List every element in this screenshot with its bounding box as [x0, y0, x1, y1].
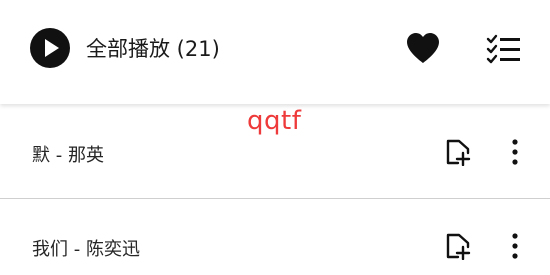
select-button[interactable]	[485, 32, 523, 66]
more-vertical-icon	[512, 139, 518, 165]
add-to-playlist-button[interactable]	[444, 232, 472, 260]
play-icon	[30, 28, 70, 68]
song-list-screen: 全部播放 (21) qqtf 默 - 那英 我们 - 陈奕迅	[0, 0, 550, 275]
play-all-label: 全部播放 (21)	[86, 37, 220, 61]
add-to-playlist-icon	[446, 233, 471, 260]
add-to-playlist-icon	[446, 139, 471, 166]
watermark-text: qqtf	[247, 106, 302, 136]
more-options-button[interactable]	[505, 137, 525, 167]
song-title: 我们 - 陈奕迅	[32, 239, 140, 260]
list-header: 全部播放 (21)	[0, 0, 550, 104]
favorite-button[interactable]	[403, 30, 443, 66]
add-to-playlist-button[interactable]	[444, 138, 472, 166]
more-options-button[interactable]	[505, 231, 525, 261]
checklist-icon	[486, 34, 520, 64]
song-row[interactable]: 我们 - 陈奕迅	[0, 199, 550, 275]
play-all-button[interactable]: 全部播放 (21)	[30, 28, 220, 68]
song-title: 默 - 那英	[32, 145, 104, 166]
more-vertical-icon	[512, 233, 518, 259]
heart-icon	[407, 33, 439, 63]
